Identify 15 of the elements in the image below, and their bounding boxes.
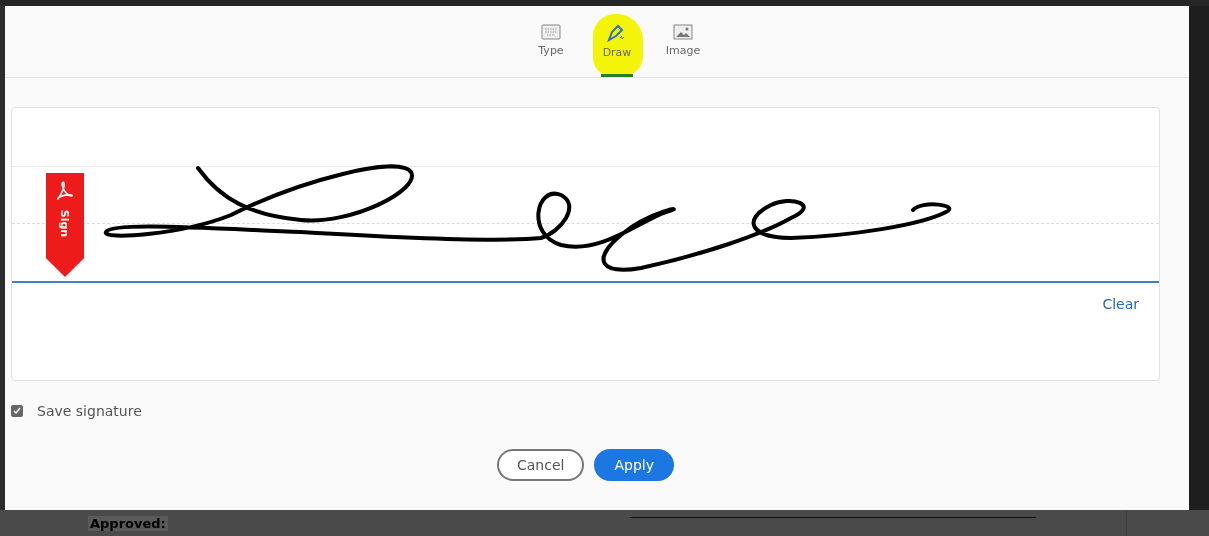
cancel-button[interactable]: Cancel — [497, 449, 585, 481]
document-label: Approved: — [88, 515, 168, 531]
keyboard-icon — [541, 24, 561, 40]
acrobat-icon — [56, 181, 74, 201]
image-icon — [673, 24, 693, 40]
tab[interactable]: Type — [529, 6, 573, 77]
highlight-mark — [593, 14, 643, 76]
apply-button[interactable]: Apply — [594, 449, 674, 481]
clear-link[interactable]: Clear — [1102, 296, 1139, 312]
tab[interactable]: Image — [661, 6, 705, 77]
tab[interactable]: Draw — [595, 6, 639, 77]
signature-pad[interactable]: Sign Clear — [11, 107, 1160, 381]
checkbox-label: Save signature — [37, 403, 142, 419]
sign-bookmark: Sign — [46, 173, 84, 277]
checkbox[interactable] — [11, 405, 23, 417]
